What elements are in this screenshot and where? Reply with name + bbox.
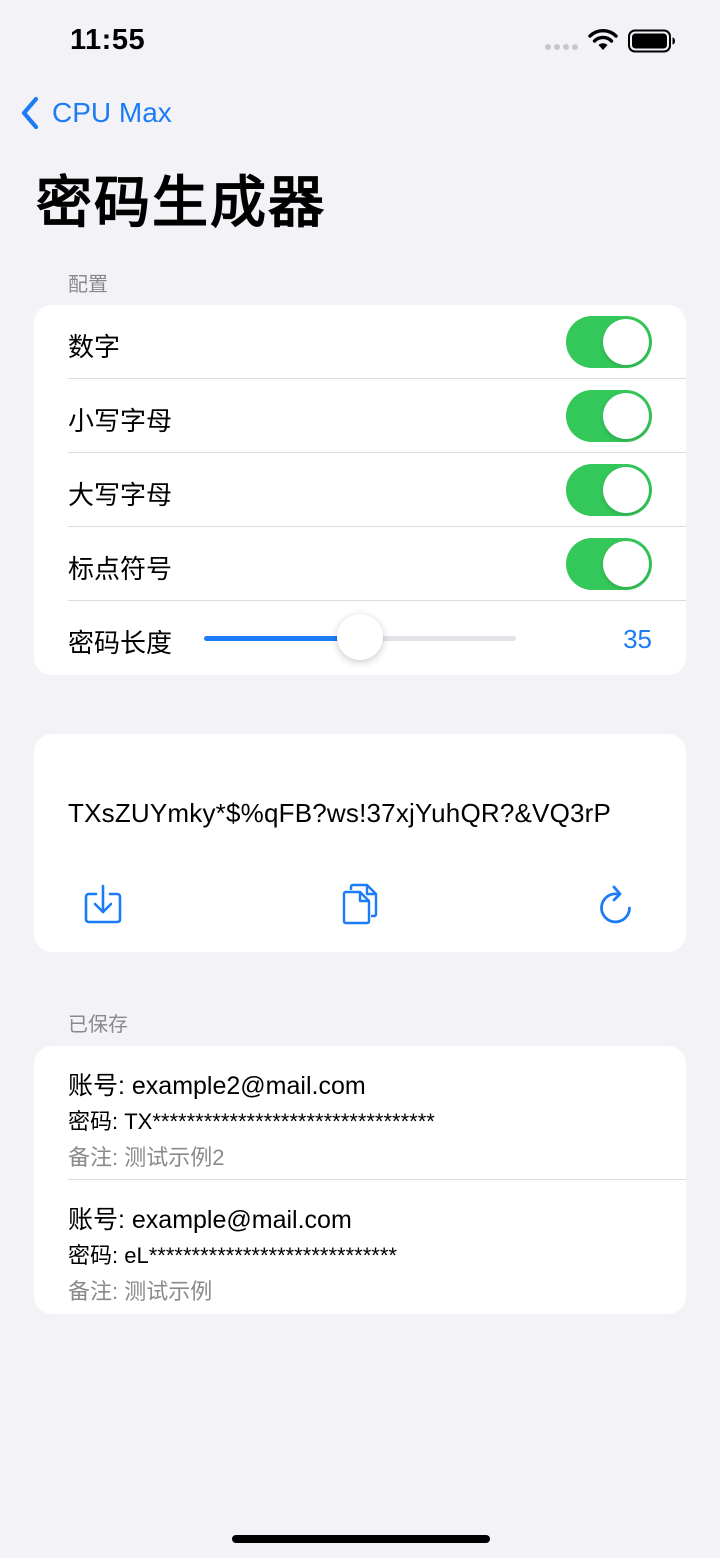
toggle-label: 数字: [68, 332, 121, 362]
refresh-icon: [600, 885, 631, 924]
home-indicator: [232, 1535, 490, 1543]
wifi-icon: [588, 29, 618, 50]
toggle-label: 小写字母: [68, 406, 173, 436]
save-button[interactable]: [82, 882, 124, 926]
digits-toggle[interactable]: [566, 316, 652, 368]
back-label: CPU Max: [52, 97, 172, 128]
saved-password: 密码: eL*****************************: [68, 1243, 397, 1268]
length-value: 35: [623, 624, 652, 654]
toggle-row-digits: 数字: [34, 305, 686, 379]
toggle-row-punctuation: 标点符号: [34, 527, 686, 601]
length-label: 密码长度: [68, 628, 173, 658]
toggle-label: 大写字母: [68, 480, 173, 510]
copy-icon: [342, 883, 378, 925]
config-card: 数字 小写字母 大写字母 标点符号 密码长度 35: [34, 305, 686, 675]
saved-note: 备注: 测试示例2: [68, 1145, 225, 1170]
battery-icon: [628, 29, 675, 53]
generated-password[interactable]: TXsZUYmky*$%qFB?ws!37xjYuhQR?&VQ3rP: [68, 798, 611, 829]
status-time: 11:55: [70, 24, 146, 56]
saved-account: 账号: example@mail.com: [68, 1206, 352, 1234]
saved-item[interactable]: 账号: example2@mail.com 密码: TX************…: [34, 1046, 686, 1180]
saved-item[interactable]: 账号: example@mail.com 密码: eL*************…: [34, 1180, 686, 1314]
toggle-row-lowercase: 小写字母: [34, 379, 686, 453]
save-icon: [84, 884, 122, 924]
copy-button[interactable]: [339, 882, 381, 926]
saved-note: 备注: 测试示例: [68, 1279, 213, 1304]
length-slider-thumb[interactable]: [337, 614, 383, 660]
lowercase-toggle[interactable]: [566, 390, 652, 442]
saved-card: 账号: example2@mail.com 密码: TX************…: [34, 1046, 686, 1314]
refresh-button[interactable]: [596, 882, 638, 926]
toggle-label: 标点符号: [68, 554, 173, 584]
screen: 11:55 CPU Max 密码生成器 配置 数字 小写字母 大写字母 标点符号…: [0, 0, 720, 1558]
chevron-left-icon: [21, 96, 39, 130]
config-section-header: 配置: [68, 274, 108, 296]
page-title: 密码生成器: [36, 171, 326, 234]
saved-account: 账号: example2@mail.com: [68, 1072, 366, 1100]
generated-password-card: TXsZUYmky*$%qFB?ws!37xjYuhQR?&VQ3rP: [34, 734, 686, 952]
toggle-row-uppercase: 大写字母: [34, 453, 686, 527]
uppercase-toggle[interactable]: [566, 464, 652, 516]
punctuation-toggle[interactable]: [566, 538, 652, 590]
saved-password: 密码: TX*********************************: [68, 1109, 435, 1134]
length-row: 密码长度 35: [34, 601, 686, 675]
saved-section-header: 已保存: [68, 1014, 128, 1036]
cellular-signal-icon: [545, 44, 578, 50]
back-button[interactable]: CPU Max: [20, 96, 172, 130]
